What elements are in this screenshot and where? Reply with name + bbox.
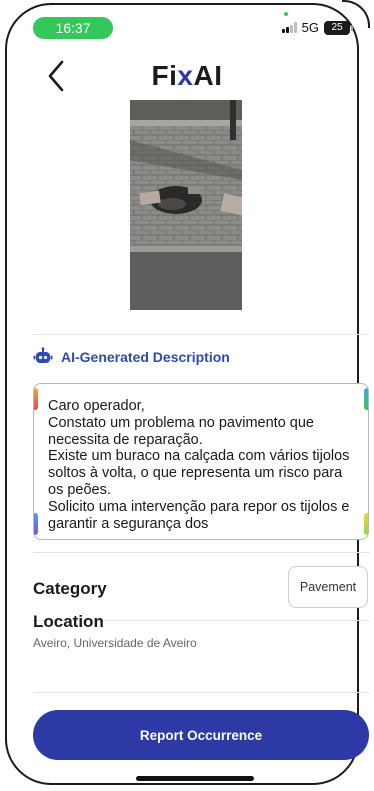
glow-accent-br bbox=[364, 513, 368, 535]
glow-accent-tr bbox=[364, 388, 368, 410]
report-occurrence-button[interactable]: Report Occurrence bbox=[33, 710, 369, 760]
location-label: Location bbox=[33, 612, 104, 631]
occurrence-photo bbox=[130, 100, 242, 310]
status-time: 16:37 bbox=[33, 17, 113, 39]
ai-description-box[interactable]: Caro operador, Constato um problema no p… bbox=[33, 383, 369, 540]
phone-screen: 16:37 5G 25 FixAI AI-Generated Descripti… bbox=[0, 0, 374, 791]
home-indicator bbox=[136, 776, 254, 781]
robot-icon bbox=[33, 347, 53, 363]
logo-accent: x bbox=[177, 60, 194, 91]
logo-prefix: Fi bbox=[151, 60, 178, 91]
status-indicators: 5G 25 bbox=[281, 20, 353, 35]
network-type: 5G bbox=[301, 20, 319, 35]
privacy-indicator-dot bbox=[284, 12, 288, 16]
signal-icon bbox=[281, 22, 297, 33]
location-value: Aveiro, Universidade de Aveiro bbox=[33, 636, 197, 650]
ai-section-header: AI-Generated Description bbox=[33, 347, 230, 367]
app-logo: FixAI bbox=[0, 60, 374, 92]
ai-description-text[interactable]: Caro operador, Constato um problema no p… bbox=[48, 398, 358, 532]
section-divider bbox=[33, 334, 369, 335]
logo-suffix: AI bbox=[193, 60, 223, 91]
category-label: Category bbox=[33, 579, 107, 598]
glow-accent-tl bbox=[34, 388, 38, 410]
ai-section-title: AI-Generated Description bbox=[61, 349, 230, 365]
category-selector[interactable]: Pavement bbox=[288, 566, 368, 608]
section-divider bbox=[33, 692, 369, 693]
glow-accent-bl bbox=[34, 513, 38, 535]
battery-icon: 25 bbox=[324, 20, 353, 35]
section-divider bbox=[33, 552, 369, 553]
